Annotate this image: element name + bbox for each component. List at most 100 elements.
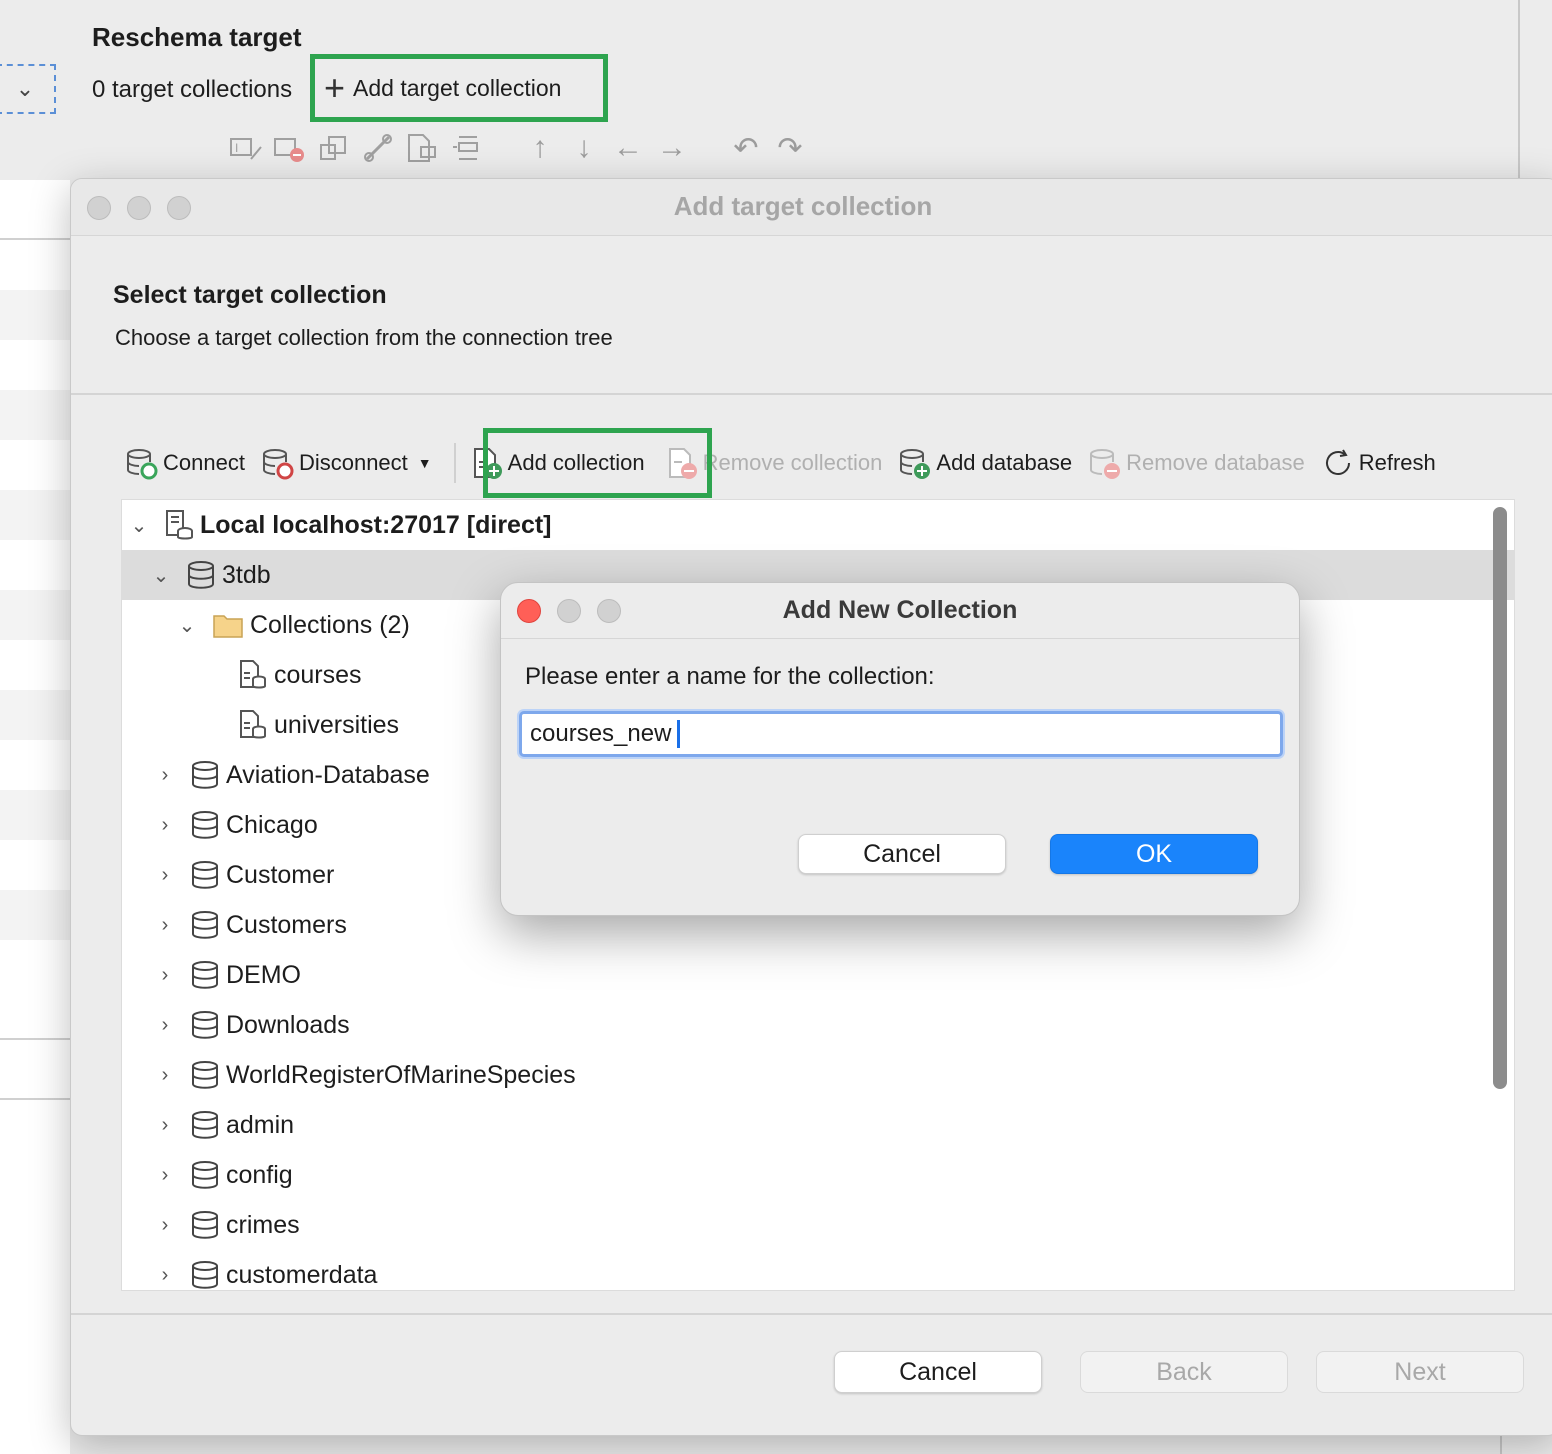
arrow-right-icon[interactable]: → [650,128,694,168]
disconnect-label: Disconnect [298,450,408,475]
back-button[interactable]: Back [1080,1351,1288,1393]
arrow-up-icon[interactable]: ↑ [518,128,562,168]
window-titlebar: Add target collection [71,179,1552,236]
connection-toolbar: Connect Disconnect ▼ Add collection Remo… [125,431,1452,495]
tree-database-node[interactable]: › customerdata [122,1250,1514,1290]
folder-label: Collections (2) [250,610,410,639]
edit-field-icon[interactable]: I [224,128,268,168]
background-panel [0,180,70,1454]
collection-label: courses [274,660,362,689]
add-new-collection-dialog: Add New Collection Please enter a name f… [500,582,1300,916]
background-row [0,390,70,440]
database-disconnect-icon [262,449,294,480]
divider [0,238,70,240]
chevron-right-icon: › [161,1263,169,1286]
chevron-right-icon: › [161,813,169,836]
refresh-icon [1325,449,1350,475]
database-icon [192,1111,218,1139]
move-to-icon[interactable] [400,128,444,168]
database-label: config [226,1160,293,1189]
ok-button[interactable]: OK [1050,834,1258,874]
svg-text:I: I [235,141,238,155]
add-database-label: Add database [936,450,1073,475]
tree-database-node[interactable]: › config [122,1150,1514,1200]
database-icon [192,1261,218,1289]
collection-label: universities [274,710,400,739]
tree-connection-node[interactable]: ⌄ Local localhost:27017 [direct] [122,500,1514,550]
chevron-down-icon: ⌄ [178,614,196,637]
database-icon [192,911,218,939]
next-button[interactable]: Next [1316,1351,1524,1393]
disconnect-button[interactable]: Disconnect ▼ [261,446,432,480]
wizard-header: Select target collection Choose a target… [71,237,1552,395]
collection-icon [240,710,266,739]
resize-icon[interactable] [312,128,356,168]
undo-icon[interactable]: ↶ [724,128,768,168]
page-description: Choose a target collection from the conn… [115,325,613,350]
database-icon [192,861,218,889]
collection-icon [240,660,266,689]
toolbar-separator [453,443,456,483]
wizard-cancel-button[interactable]: Cancel [834,1351,1042,1393]
highlight-box [483,428,712,498]
arrow-left-icon[interactable]: ← [606,128,650,168]
database-label: Downloads [226,1010,350,1039]
refresh-button[interactable]: Refresh [1321,446,1436,480]
chevron-right-icon: › [161,863,169,886]
database-icon [188,561,214,589]
tree-scrollbar[interactable] [1493,507,1507,1089]
align-icon[interactable] [444,128,488,168]
chevron-right-icon: › [161,913,169,936]
source-dropdown[interactable]: ⌄ [0,64,56,114]
database-icon [192,1061,218,1089]
chevron-right-icon: › [161,1113,169,1136]
arrow-down-icon[interactable]: ↓ [562,128,606,168]
database-label: customerdata [226,1260,378,1289]
remove-database-button[interactable]: Remove database [1088,446,1305,480]
section-title: Reschema target [92,22,302,52]
refresh-label: Refresh [1358,450,1436,475]
remove-database-icon [1090,449,1121,479]
tree-database-node[interactable]: › WorldRegisterOfMarineSpecies [122,1050,1514,1100]
remove-database-label: Remove database [1126,450,1305,475]
dialog-titlebar: Add New Collection [501,583,1299,639]
background-row [0,790,70,840]
database-icon [192,1211,218,1239]
add-database-button[interactable]: Add database [898,446,1072,480]
database-icon [192,761,218,789]
chevron-down-icon: ⌄ [152,564,170,587]
divider [0,1098,70,1100]
connect-button[interactable]: Connect [125,446,245,480]
tree-database-node[interactable]: › Downloads [122,1000,1514,1050]
background-row [0,490,70,540]
caret-down-icon: ▼ [417,455,432,471]
add-database-icon [900,449,931,479]
tree-database-node[interactable]: › DEMO [122,950,1514,1000]
remove-field-icon[interactable] [268,128,312,168]
chevron-right-icon: › [161,1063,169,1086]
footer-divider [71,1313,1552,1315]
dialog-cancel-button[interactable]: Cancel [798,834,1006,874]
background-row [0,590,70,640]
chevron-right-icon: › [161,1213,169,1236]
database-label: DEMO [226,960,301,989]
redo-icon[interactable]: ↷ [768,128,812,168]
database-label: 3tdb [222,560,271,589]
folder-icon [213,615,243,638]
connection-label: Local localhost:27017 [direct] [200,510,552,539]
text-cursor [677,720,680,748]
chevron-right-icon: › [161,763,169,786]
collection-name-input[interactable] [519,711,1283,757]
chevron-right-icon: › [161,963,169,986]
database-label: Customer [226,860,335,889]
tree-database-node[interactable]: › admin [122,1100,1514,1150]
remove-collection-label: Remove collection [702,450,883,475]
background-row [0,290,70,340]
database-label: Customers [226,910,347,939]
tree-database-node[interactable]: › crimes [122,1200,1514,1250]
chevron-right-icon: › [161,1163,169,1186]
link-icon[interactable] [356,128,400,168]
divider [0,1038,70,1040]
dialog-title: Add New Collection [782,596,1018,624]
chevron-down-icon: ⌄ [15,76,35,101]
